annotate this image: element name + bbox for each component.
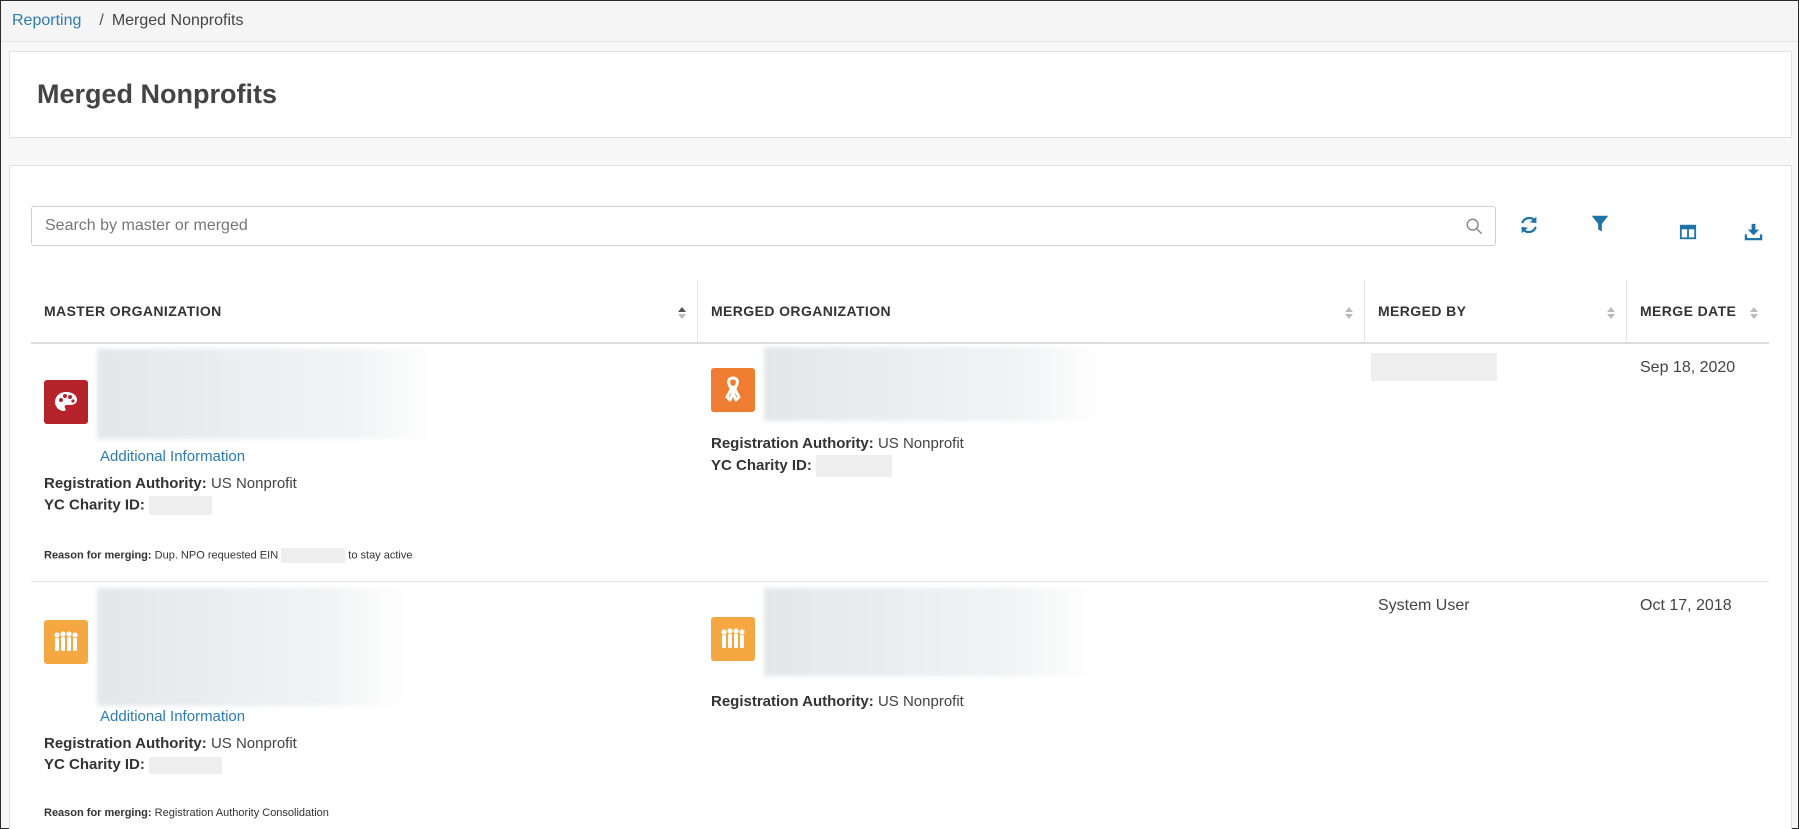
search-box (31, 206, 1496, 246)
merged-nonprofits-table: MASTER ORGANIZATION MERGED ORGANIZATION … (31, 280, 1769, 828)
registration-authority-label: Registration Authority: (44, 735, 207, 752)
column-header-label: MERGE DATE (1640, 303, 1737, 319)
merged-organization-cell: Registration Authority: US Nonprofit YC … (698, 344, 1365, 581)
search-icon[interactable] (1465, 217, 1483, 235)
organization-name-redacted (97, 588, 407, 706)
organization-name-redacted (764, 588, 1094, 676)
additional-information-link[interactable]: Additional Information (100, 448, 245, 465)
organization-name-redacted (764, 347, 1104, 421)
refresh-icon[interactable] (1518, 214, 1540, 236)
registration-authority: Registration Authority: US Nonprofit (711, 435, 964, 452)
columns-icon[interactable] (1679, 223, 1697, 241)
sort-icon[interactable] (1749, 305, 1759, 321)
registration-authority: Registration Authority: US Nonprofit (44, 475, 297, 492)
merged-organization-cell: Registration Authority: US Nonprofit (698, 582, 1365, 828)
page-title: Merged Nonprofits (37, 79, 277, 109)
merge-reason-label: Reason for merging: (44, 807, 152, 819)
column-header-merged-by[interactable]: MERGED BY (1365, 280, 1627, 342)
palette-icon (44, 380, 88, 424)
merge-date-cell: Sep 18, 2020 (1627, 344, 1769, 581)
ribbon-icon (711, 368, 755, 412)
master-organization-cell: Additional Information Registration Auth… (31, 344, 698, 581)
charity-id: YC Charity ID: (44, 496, 213, 515)
registration-authority-value: US Nonprofit (877, 435, 964, 452)
merged-by: System User (1378, 597, 1470, 614)
breadcrumb-current: Merged Nonprofits (111, 12, 244, 29)
registration-authority: Registration Authority: US Nonprofit (711, 693, 964, 710)
merge-date: Sep 18, 2020 (1640, 359, 1736, 376)
registration-authority-label: Registration Authority: (711, 435, 874, 452)
merged-nonprofits-panel: MASTER ORGANIZATION MERGED ORGANIZATION … (9, 165, 1792, 829)
master-organization-cell: Additional Information Registration Auth… (31, 582, 698, 828)
column-header-label: MERGED ORGANIZATION (711, 303, 892, 319)
column-header-label: MASTER ORGANIZATION (44, 303, 222, 319)
table-header: MASTER ORGANIZATION MERGED ORGANIZATION … (31, 280, 1769, 344)
breadcrumb: Reporting / Merged Nonprofits (1, 1, 1798, 42)
additional-information-link[interactable]: Additional Information (100, 708, 245, 725)
registration-authority-value: US Nonprofit (877, 693, 964, 710)
charity-id-redacted (149, 496, 213, 515)
registration-authority: Registration Authority: US Nonprofit (44, 735, 297, 752)
merged-by-cell (1365, 344, 1627, 581)
merge-reason: Reason for merging: Registration Authori… (44, 807, 329, 819)
registration-authority-value: US Nonprofit (210, 735, 297, 752)
column-header-merged-organization[interactable]: MERGED ORGANIZATION (698, 280, 1365, 342)
charity-id: YC Charity ID: (44, 756, 223, 774)
filter-icon[interactable] (1589, 213, 1611, 235)
merge-date: Oct 17, 2018 (1640, 597, 1732, 614)
table-row: Additional Information Registration Auth… (31, 344, 1769, 582)
table-row: Additional Information Registration Auth… (31, 582, 1769, 828)
organization-name-redacted (97, 349, 437, 439)
search-input[interactable] (32, 207, 1495, 245)
breadcrumb-separator: / (99, 12, 104, 29)
people-icon (44, 620, 88, 664)
charity-id-label: YC Charity ID: (44, 496, 145, 514)
column-header-label: MERGED BY (1378, 303, 1467, 319)
people-icon (711, 617, 755, 661)
ein-redacted (281, 548, 346, 563)
charity-id-redacted (816, 455, 893, 477)
merged-by-cell: System User (1365, 582, 1627, 828)
merge-reason-text: Dup. NPO requested EIN (154, 549, 279, 562)
sort-icon[interactable] (1344, 305, 1354, 321)
merge-reason-text: Registration Authority Consolidation (154, 807, 329, 819)
sort-icon[interactable] (677, 305, 687, 321)
charity-id-label: YC Charity ID: (711, 456, 812, 474)
registration-authority-label: Registration Authority: (44, 475, 207, 492)
merge-reason-label: Reason for merging: (44, 549, 152, 562)
merge-reason: Reason for merging: Dup. NPO requested E… (44, 548, 412, 563)
charity-id-label: YC Charity ID: (44, 756, 145, 773)
column-header-master-organization[interactable]: MASTER ORGANIZATION (31, 280, 698, 342)
merge-date-cell: Oct 17, 2018 (1627, 582, 1769, 828)
registration-authority-value: US Nonprofit (210, 475, 297, 492)
charity-id: YC Charity ID: (711, 455, 893, 477)
sort-icon[interactable] (1606, 305, 1616, 321)
breadcrumb-reporting-link[interactable]: Reporting (12, 12, 81, 30)
download-icon[interactable] (1744, 222, 1763, 241)
charity-id-redacted (149, 756, 223, 774)
merged-by-redacted (1371, 353, 1497, 381)
page-header: Merged Nonprofits (9, 51, 1792, 138)
merge-reason-suffix: to stay active (348, 549, 413, 562)
registration-authority-label: Registration Authority: (711, 693, 874, 710)
column-header-merge-date[interactable]: MERGE DATE (1627, 280, 1769, 342)
